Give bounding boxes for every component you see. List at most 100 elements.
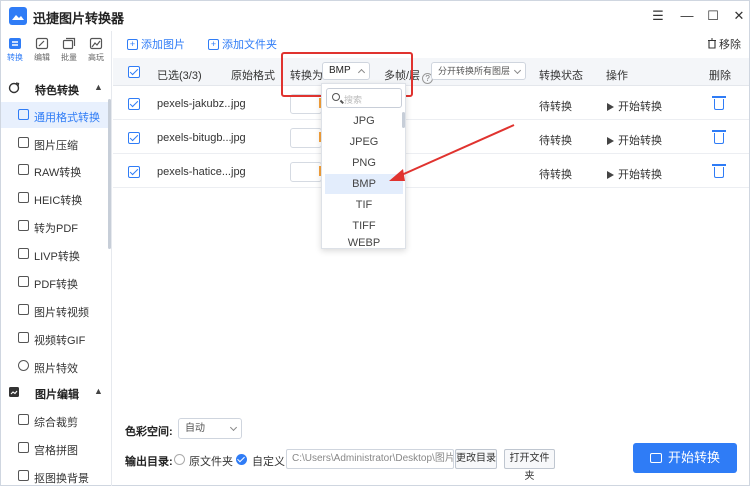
file-name: pexels-bitugb... [157,132,232,144]
gif-icon [18,332,29,343]
row-start-button[interactable]: 开始转换 [607,166,662,182]
chevron-up-icon: ▲ [94,82,103,92]
format-option-tif[interactable]: TIF [325,195,403,215]
menu-icon[interactable]: ☰ [648,6,668,26]
custom-folder-label[interactable]: 自定义 [252,453,285,469]
sidebar-item-compress[interactable]: 图片压缩 [1,130,111,156]
sidebar: 转换 编辑 批量 高玩 特色转换 ▲ 通用格式转换 图片压缩 RAW转换 HEI… [1,31,112,486]
add-folder-button[interactable]: + 添加文件夹 [208,36,277,52]
app-window: 迅捷图片转换器 ☰ — ☐ ✕ 转换 编辑 批量 高玩 特色转换 ▲ 通用格式转… [0,0,750,486]
heic-icon [18,192,29,203]
sidebar-item-pdf-convert[interactable]: PDF转换 [1,269,111,295]
sidebar-item-heic[interactable]: HEIC转换 [1,185,111,211]
livp-icon [18,248,29,259]
play-icon [607,137,614,145]
file-name: pexels-jakubz... [157,98,234,110]
plus-icon: + [127,38,138,50]
output-dir-label: 输出目录: [125,456,173,468]
row-format-select[interactable] [290,128,322,148]
sidebar-item-livp[interactable]: LIVP转换 [1,241,111,267]
row-start-button[interactable]: 开始转换 [607,132,662,148]
format-search-input[interactable]: 搜索 [326,88,402,108]
row-format-select[interactable] [290,162,322,182]
output-path-input[interactable]: C:\Users\Administrator\Desktop\图片 [286,449,454,469]
image-icon [18,109,29,120]
search-icon [332,93,340,101]
row-checkbox[interactable] [128,166,140,178]
image-edit-icon [9,387,19,397]
remove-button[interactable]: 移除 [707,36,741,52]
row-format-select[interactable] [290,94,322,114]
crop-icon [18,414,29,425]
app-logo-icon [9,7,27,25]
delete-row-icon[interactable] [712,130,726,144]
row-status: 待转换 [539,101,572,113]
sidebar-item-to-pdf[interactable]: 转为PDF [1,213,111,239]
start-convert-button[interactable]: 开始转换 [633,443,737,473]
convert-icon [649,453,662,463]
chevron-down-icon [229,423,238,432]
sidebar-item-photo-effects[interactable]: 照片特效 [1,353,111,379]
format-option-tiff[interactable]: TIFF [325,216,403,236]
custom-folder-radio[interactable] [236,454,247,465]
edit-icon [35,37,49,50]
original-folder-radio[interactable] [174,454,185,465]
refresh-icon [8,82,20,94]
pdf-icon [18,220,29,231]
row-checkbox[interactable] [128,98,140,110]
convert-icon [9,38,21,49]
tab-batch[interactable]: 批量 [56,37,82,63]
minimize-icon[interactable]: — [677,6,697,26]
col-original-format: 原始格式 [231,70,275,82]
tab-advanced[interactable]: 高玩 [83,37,109,63]
table-row[interactable]: pexels-jakubz... jpg 待转换 开始转换 [113,87,749,120]
sidebar-item-general-convert[interactable]: 通用格式转换 [1,102,111,128]
raw-icon [18,164,29,175]
select-all-checkbox[interactable] [128,66,140,78]
file-format: jpg [231,132,246,144]
delete-row-icon[interactable] [712,96,726,110]
play-icon [607,171,614,179]
video-icon [18,304,29,315]
annotation-arrow [389,124,515,181]
row-status: 待转换 [539,169,572,181]
tab-edit[interactable]: 编辑 [29,37,55,63]
maximize-icon[interactable]: ☐ [703,6,723,26]
effects-icon [18,360,29,371]
sidebar-item-grid-collage[interactable]: 宫格拼图 [1,435,111,461]
section-image-edit[interactable]: 图片编辑 ▲ [1,381,111,405]
multi-frame-select[interactable]: 分开转换所有图层 [431,62,526,80]
file-name: pexels-hatice... [157,166,231,178]
pdf-convert-icon [18,276,29,287]
compress-icon [18,137,29,148]
file-format: jpg [231,98,246,110]
open-folder-button[interactable]: 打开文件夹 [504,449,555,482]
top-tabs: 转换 编辑 批量 高玩 [1,37,112,67]
add-image-button[interactable]: + 添加图片 [127,36,185,52]
row-status: 待转换 [539,135,572,147]
section-special-convert[interactable]: 特色转换 ▲ [1,77,111,101]
col-status: 转换状态 [539,70,583,82]
sidebar-item-raw[interactable]: RAW转换 [1,157,111,183]
sidebar-item-cutout[interactable]: 抠图换背景 [1,463,111,486]
table-header: 已选(3/3) 原始格式 转换为 BMP 多帧/层? 分开转换所有图层 转换状态… [113,58,749,86]
advanced-icon [89,37,103,50]
change-dir-button[interactable]: 更改目录 [455,449,497,469]
sidebar-item-video-to-gif[interactable]: 视频转GIF [1,325,111,351]
trash-icon [708,38,716,49]
title-bar: 迅捷图片转换器 ☰ — ☐ ✕ [1,1,749,31]
sidebar-item-crop[interactable]: 综合裁剪 [1,407,111,433]
tab-convert[interactable]: 转换 [2,37,28,63]
format-option-webp[interactable]: WEBP [325,237,403,249]
delete-row-icon[interactable] [712,164,726,178]
row-checkbox[interactable] [128,132,140,144]
grid-icon [18,442,29,453]
sidebar-item-image-to-video[interactable]: 图片转视频 [1,297,111,323]
row-start-button[interactable]: 开始转换 [607,98,662,114]
close-icon[interactable]: ✕ [729,6,749,26]
original-folder-label[interactable]: 原文件夹 [189,453,233,469]
color-space-select[interactable]: 自动 [178,418,242,439]
col-delete: 删除 [709,70,731,82]
sidebar-scrollbar[interactable] [108,99,111,249]
cutout-icon [18,470,29,481]
